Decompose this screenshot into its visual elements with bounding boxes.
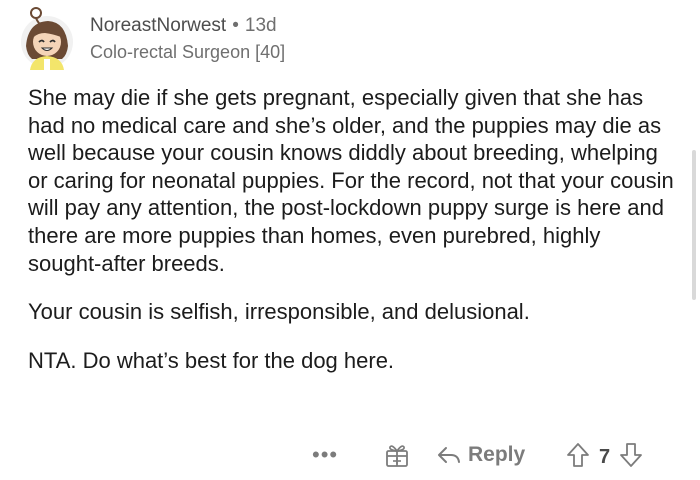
- scrollbar[interactable]: [692, 150, 696, 300]
- comment: NoreastNorwest • 13d Colo-rectal Surgeon […: [0, 0, 700, 480]
- reply-label: Reply: [468, 443, 526, 466]
- comment-paragraph-2: Your cousin is selfish, irresponsible, a…: [28, 299, 530, 325]
- award-button[interactable]: [384, 442, 410, 468]
- upvote-arrow-icon: [567, 443, 589, 467]
- user-flair: Colo-rectal Surgeon [40]: [90, 42, 286, 62]
- avatar[interactable]: [18, 6, 76, 70]
- reply-arrow-icon: [438, 447, 460, 463]
- reply-button[interactable]: Reply: [436, 440, 525, 470]
- comment-age[interactable]: 13d: [245, 15, 277, 36]
- comment-paragraph-3: NTA. Do what’s best for the dog here.: [28, 347, 395, 373]
- comment-meta: NoreastNorwest • 13d: [90, 14, 285, 38]
- downvote-arrow-icon: [620, 443, 643, 467]
- comment-actions: ••• Reply 7: [0, 438, 700, 474]
- gift-icon: [386, 445, 408, 467]
- comment-paragraph-1: She may die if she gets pregnant, especi…: [28, 85, 674, 276]
- meta-separator: •: [232, 15, 239, 36]
- username[interactable]: NoreastNorwest: [90, 15, 226, 36]
- downvote-button[interactable]: [619, 441, 643, 474]
- more-options-button[interactable]: •••: [312, 442, 338, 468]
- avatar-icon: [21, 7, 73, 70]
- vote-score: 7: [599, 446, 611, 468]
- upvote-button[interactable]: [566, 441, 590, 474]
- comment-body: She may die if she gets pregnant, especi…: [28, 84, 678, 374]
- vote-controls: 7: [566, 441, 643, 474]
- comment-header: NoreastNorwest • 13d Colo-rectal Surgeon […: [90, 14, 285, 64]
